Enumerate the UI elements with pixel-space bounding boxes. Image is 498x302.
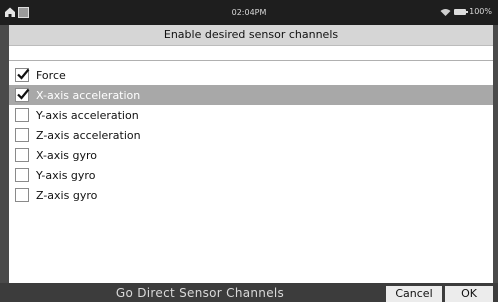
channel-checkbox[interactable] bbox=[15, 68, 30, 82]
channel-checkbox[interactable] bbox=[15, 188, 29, 202]
status-time: 02:04PM bbox=[231, 8, 267, 17]
channel-label: Z-axis gyro bbox=[36, 188, 98, 202]
dialog-blank-row bbox=[9, 46, 493, 61]
channel-label: X-axis gyro bbox=[36, 148, 97, 162]
channel-checkbox[interactable] bbox=[15, 168, 29, 182]
battery-icon bbox=[454, 8, 469, 15]
app-title: Go Direct Sensor Channels bbox=[115, 286, 285, 300]
channel-label: Force bbox=[36, 68, 66, 82]
cancel-button[interactable]: Cancel bbox=[386, 286, 442, 302]
channel-row[interactable]: X-axis gyro bbox=[9, 145, 493, 165]
channel-row[interactable]: Y-axis gyro bbox=[9, 165, 493, 185]
channel-dialog: Enable desired sensor channels Force X-ax… bbox=[9, 25, 493, 283]
dialog-title: Enable desired sensor channels bbox=[9, 25, 493, 46]
status-bar: 02:04PM 100% bbox=[0, 0, 498, 25]
channel-label: Y-axis gyro bbox=[36, 168, 96, 182]
channel-label: Y-axis acceleration bbox=[36, 108, 139, 122]
channel-row[interactable]: Y-axis acceleration bbox=[9, 105, 493, 125]
channel-checkbox[interactable] bbox=[15, 88, 30, 102]
channel-row[interactable]: X-axis acceleration bbox=[9, 85, 493, 105]
channel-label: X-axis acceleration bbox=[36, 88, 141, 102]
status-right: 100% bbox=[440, 7, 492, 16]
channel-checkbox[interactable] bbox=[15, 148, 29, 162]
wifi-icon bbox=[440, 8, 451, 16]
channel-checkbox[interactable] bbox=[15, 108, 29, 122]
ok-button[interactable]: OK bbox=[445, 286, 493, 302]
channel-row[interactable]: Z-axis acceleration bbox=[9, 125, 493, 145]
battery-percent: 100% bbox=[469, 7, 492, 16]
channel-row[interactable]: Force bbox=[9, 65, 493, 85]
channel-label: Z-axis acceleration bbox=[36, 128, 141, 142]
channel-list: Force X-axis acceleration Y-axis accelerat… bbox=[9, 61, 493, 205]
bottom-bar: Go Direct Sensor Channels Cancel OK bbox=[0, 283, 498, 302]
channel-checkbox[interactable] bbox=[15, 128, 29, 142]
channel-row[interactable]: Z-axis gyro bbox=[9, 185, 493, 205]
